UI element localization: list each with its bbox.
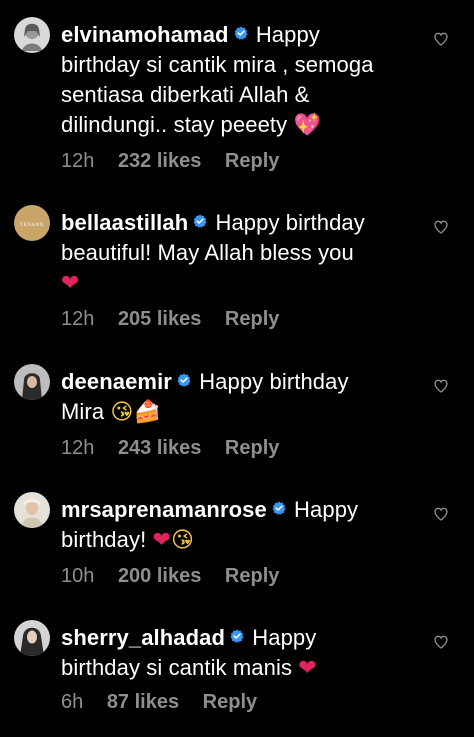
comment-time: 12h bbox=[61, 308, 95, 330]
avatar[interactable] bbox=[14, 364, 50, 400]
username[interactable]: sherry_alhadad bbox=[61, 625, 225, 650]
cake-emoji: 🍰 bbox=[133, 400, 161, 425]
like-button[interactable] bbox=[433, 634, 449, 650]
username[interactable]: elvinamohamad bbox=[61, 22, 229, 47]
comments-screen: { "comments": [ { "username": "elvinamoh… bbox=[0, 0, 474, 737]
comment-time: 6h bbox=[61, 691, 84, 713]
heart-outline-icon bbox=[434, 32, 448, 46]
comment-meta: 6h 87 likes Reply bbox=[61, 690, 257, 714]
reply-button[interactable]: Reply bbox=[203, 691, 257, 713]
reply-button[interactable]: Reply bbox=[225, 150, 279, 172]
comment-body: Happy birthday bbox=[199, 369, 349, 394]
username[interactable]: mrsaprenamanrose bbox=[61, 497, 267, 522]
verified-badge-icon bbox=[272, 501, 286, 515]
comment-body: Happy bbox=[252, 625, 317, 650]
avatar-image bbox=[14, 17, 50, 53]
likes-count[interactable]: 205 likes bbox=[118, 308, 201, 330]
avatar[interactable] bbox=[14, 620, 50, 656]
comment-body: dilindungi.. stay peeety bbox=[61, 112, 288, 137]
comment-body: Happy bbox=[255, 22, 320, 47]
likes-count[interactable]: 243 likes bbox=[118, 437, 201, 459]
reply-button[interactable]: Reply bbox=[225, 437, 279, 459]
comment-meta: 12h 205 likes Reply bbox=[61, 307, 279, 331]
comment-body: Mira bbox=[61, 399, 105, 424]
reply-button[interactable]: Reply bbox=[225, 308, 279, 330]
avatar[interactable]: TENANG bbox=[14, 205, 50, 241]
likes-count[interactable]: 200 likes bbox=[118, 565, 201, 587]
comment-meta: 12h 232 likes Reply bbox=[61, 149, 279, 173]
comment-body: beautiful! May Allah bless you bbox=[61, 240, 354, 265]
comment-time: 10h bbox=[61, 565, 95, 587]
verified-badge-icon bbox=[234, 26, 248, 40]
verified-badge-icon bbox=[230, 629, 244, 643]
comment-body: Happy bbox=[294, 497, 359, 522]
comment-body: birthday si cantik manis bbox=[61, 655, 293, 680]
comment-text: bellaastillah Happy birthday beautiful! … bbox=[61, 208, 421, 299]
comment-meta: 12h 243 likes Reply bbox=[61, 436, 279, 460]
like-button[interactable] bbox=[433, 31, 449, 47]
kiss-face-emoji: 😘 bbox=[110, 400, 134, 425]
comment-body: birthday! bbox=[61, 527, 147, 552]
verified-badge-icon bbox=[177, 373, 191, 387]
likes-count[interactable]: 232 likes bbox=[118, 150, 201, 172]
username[interactable]: bellaastillah bbox=[61, 210, 188, 235]
like-button[interactable] bbox=[433, 506, 449, 522]
username[interactable]: deenaemir bbox=[61, 369, 172, 394]
avatar-logo-text: TENANG bbox=[20, 223, 44, 228]
avatar[interactable] bbox=[14, 492, 50, 528]
kiss-face-emoji: 😘 bbox=[171, 528, 195, 553]
like-button[interactable] bbox=[433, 378, 449, 394]
avatar[interactable] bbox=[14, 17, 50, 53]
red-heart-emoji: ❤ bbox=[298, 656, 317, 681]
comment-text: mrsaprenamanrose Happy birthday! ❤😘 bbox=[61, 495, 421, 556]
comment-body: sentiasa diberkati Allah & bbox=[61, 82, 310, 107]
reply-button[interactable]: Reply bbox=[225, 565, 279, 587]
comment-body: Happy birthday bbox=[215, 210, 365, 235]
like-button[interactable] bbox=[433, 219, 449, 235]
comment-text: sherry_alhadad Happy birthday si cantik … bbox=[61, 623, 421, 684]
comment-text: elvinamohamad Happy birthday si cantik m… bbox=[61, 20, 421, 141]
heart-outline-icon bbox=[434, 507, 448, 521]
avatar-image bbox=[14, 492, 50, 528]
comment-time: 12h bbox=[61, 437, 95, 459]
sparkling-heart-emoji: 💖 bbox=[293, 113, 321, 138]
heart-outline-icon bbox=[434, 635, 448, 649]
heart-outline-icon bbox=[434, 220, 448, 234]
avatar-image bbox=[14, 364, 50, 400]
comment-body: birthday si cantik mira , semoga bbox=[61, 52, 374, 77]
heart-outline-icon bbox=[434, 379, 448, 393]
verified-badge-icon bbox=[193, 214, 207, 228]
likes-count[interactable]: 87 likes bbox=[107, 691, 179, 713]
red-heart-emoji: ❤ bbox=[61, 271, 80, 296]
avatar-image bbox=[14, 620, 50, 656]
comment-meta: 10h 200 likes Reply bbox=[61, 564, 279, 588]
comment-time: 12h bbox=[61, 150, 95, 172]
avatar-image: TENANG bbox=[14, 205, 50, 241]
red-heart-emoji: ❤ bbox=[152, 528, 172, 553]
comment-text: deenaemir Happy birthday Mira 😘🍰 bbox=[61, 367, 421, 428]
